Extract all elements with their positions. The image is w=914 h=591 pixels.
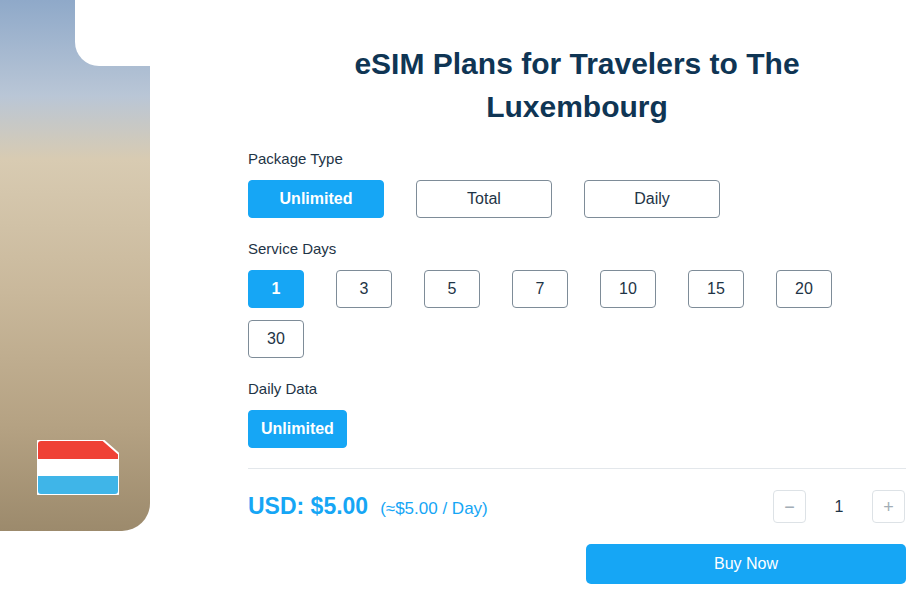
- price: USD: $5.00 (≈$5.00 / Day): [248, 493, 488, 520]
- package-type-option[interactable]: Total: [416, 180, 552, 218]
- divider: [248, 468, 906, 469]
- quantity-stepper: −1+: [773, 490, 905, 523]
- photo-column: [0, 0, 150, 591]
- luxembourg-flag-icon: [37, 440, 119, 495]
- daily-data-label: Daily Data: [248, 380, 906, 398]
- plan-panel: eSIM Plans for Travelers to The Luxembou…: [248, 0, 906, 591]
- service-days-option[interactable]: 1: [248, 270, 304, 308]
- service-days-option[interactable]: 20: [776, 270, 832, 308]
- package-type-option[interactable]: Daily: [584, 180, 720, 218]
- daily-data-section: Daily Data Unlimited: [248, 380, 906, 448]
- service-days-options: 1357 10 15 20 30: [248, 270, 906, 358]
- price-amount: USD: $5.00: [248, 493, 368, 520]
- service-days-option[interactable]: 3: [336, 270, 392, 308]
- decrease-button[interactable]: −: [773, 490, 806, 523]
- quantity-value[interactable]: 1: [806, 498, 872, 516]
- package-type-option[interactable]: Unlimited: [248, 180, 384, 218]
- service-days-option[interactable]: 15: [688, 270, 744, 308]
- daily-data-option[interactable]: Unlimited: [248, 410, 347, 448]
- page: eSIM Plans for Travelers to The Luxembou…: [0, 0, 914, 591]
- daily-data-options: Unlimited: [248, 410, 906, 448]
- package-type-options: Unlimited Total Daily: [248, 180, 906, 218]
- price-row: USD: $5.00 (≈$5.00 / Day) −1+: [248, 490, 906, 523]
- buy-now-button[interactable]: Buy Now: [586, 544, 906, 584]
- service-days-section: Service Days 1357 10 15 20 30: [248, 240, 906, 358]
- buy-row: Buy Now: [248, 544, 906, 584]
- destination-photo: [0, 0, 150, 531]
- service-days-option[interactable]: 30: [248, 320, 304, 358]
- package-type-section: Package Type Unlimited Total Daily: [248, 150, 906, 218]
- increase-button[interactable]: +: [872, 490, 905, 523]
- service-days-option[interactable]: 10: [600, 270, 656, 308]
- package-type-label: Package Type: [248, 150, 906, 168]
- service-days-option[interactable]: 5: [424, 270, 480, 308]
- page-title: eSIM Plans for Travelers to The Luxembou…: [297, 42, 857, 128]
- price-per-day: (≈$5.00 / Day): [380, 499, 488, 519]
- service-days-option[interactable]: 7: [512, 270, 568, 308]
- service-days-label: Service Days: [248, 240, 906, 258]
